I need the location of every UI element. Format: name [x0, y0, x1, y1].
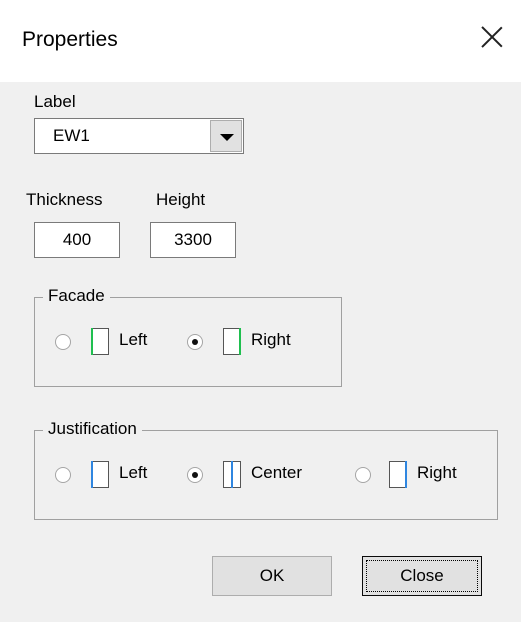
facade-left-label: Left — [119, 330, 148, 349]
justification-left-radio[interactable] — [55, 467, 71, 483]
title-bar: Properties — [0, 0, 521, 82]
close-button-label: Close — [400, 566, 444, 585]
wall-right-face-icon — [223, 328, 241, 355]
wall-left-justify-icon — [91, 461, 109, 488]
facade-group-title: Facade — [43, 286, 110, 306]
justification-left-label: Left — [119, 463, 148, 482]
height-input[interactable]: 3300 — [150, 222, 236, 258]
height-caption: Height — [156, 190, 206, 209]
label-caption: Label — [34, 92, 76, 111]
justification-right-label: Right — [417, 463, 457, 482]
justification-group-title: Justification — [43, 419, 142, 439]
thickness-input[interactable]: 400 — [34, 222, 120, 258]
wall-right-justify-icon — [389, 461, 407, 488]
facade-left-radio[interactable] — [55, 334, 71, 350]
ok-button-label: OK — [259, 566, 285, 585]
wall-left-face-icon — [91, 328, 109, 355]
label-combobox[interactable]: EW1 — [34, 118, 244, 154]
ok-button[interactable]: OK — [212, 556, 332, 596]
chevron-down-icon[interactable] — [210, 120, 242, 152]
justification-right-radio[interactable] — [355, 467, 371, 483]
properties-dialog: Properties Label EW1 Thickness 400 Heigh… — [0, 0, 521, 622]
label-combobox-value: EW1 — [53, 126, 90, 145]
justification-center-radio[interactable] — [187, 467, 203, 483]
close-button[interactable]: Close — [362, 556, 482, 596]
close-icon[interactable] — [477, 22, 507, 52]
wall-center-justify-icon — [223, 461, 241, 488]
justification-group: Justification Left Center Right — [34, 419, 498, 520]
facade-right-label: Right — [251, 330, 291, 349]
facade-group: Facade Left Right — [34, 286, 342, 387]
justification-center-label: Center — [251, 463, 303, 482]
dialog-title: Properties — [22, 28, 118, 51]
thickness-caption: Thickness — [26, 190, 103, 209]
facade-right-radio[interactable] — [187, 334, 203, 350]
